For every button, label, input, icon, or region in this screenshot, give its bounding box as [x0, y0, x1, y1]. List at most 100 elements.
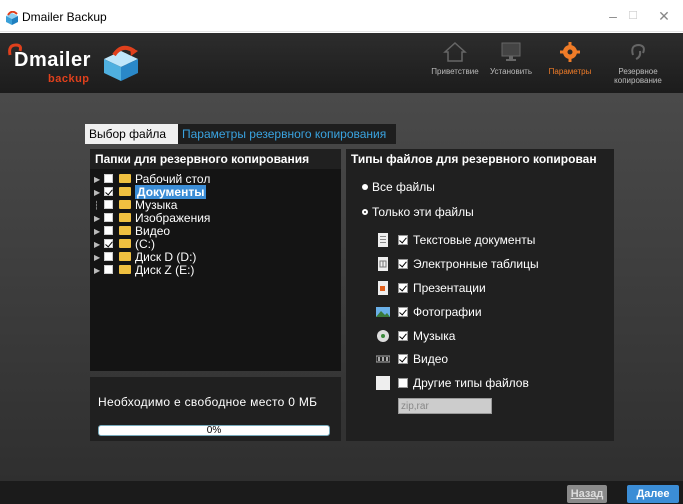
folder-icon [119, 239, 131, 248]
spreadsheet-icon [378, 257, 388, 271]
filetype-checkbox[interactable] [398, 283, 408, 293]
filetype-checkbox[interactable] [398, 259, 408, 269]
nav-install[interactable]: Установить [483, 33, 539, 93]
tree-item-music[interactable]: ┆ Музыка [94, 198, 178, 212]
gear-icon [560, 42, 580, 62]
tree-item-desktop[interactable]: ▶ Рабочий стол [94, 172, 211, 186]
backup-icon [631, 43, 645, 60]
document-icon [378, 233, 388, 247]
filetype-checkbox[interactable] [398, 331, 408, 341]
next-button[interactable]: Далее [627, 485, 679, 503]
folder-checkbox[interactable] [104, 239, 113, 248]
filetype-text-docs[interactable]: Текстовые документы [376, 233, 535, 249]
filetype-checkbox[interactable] [398, 235, 408, 245]
folder-checkbox[interactable] [104, 200, 113, 209]
filetype-music[interactable]: Музыка [376, 329, 455, 345]
free-space-text: Необходимо е свободное место 0 МБ [98, 395, 318, 409]
radio-only-these-files[interactable]: Только эти файлы [362, 205, 474, 219]
back-button[interactable]: Назад [567, 485, 607, 503]
nav-welcome[interactable]: Приветствие [425, 33, 485, 93]
nav-backup[interactable]: Резервное копирование [603, 33, 673, 93]
tree-item-label: Диск Z (E:) [135, 263, 195, 277]
nav-label-line2: копирование [614, 76, 662, 85]
tree-item-drive-d[interactable]: ▶ Диск D (D:) [94, 250, 197, 264]
nav-label: Приветствие [431, 67, 479, 76]
radio-selected-icon[interactable] [362, 184, 368, 190]
tree-item-label: Документы [135, 185, 207, 199]
file-types-panel-header: Типы файлов для резервного копирован [346, 149, 614, 169]
expand-arrow-icon[interactable]: ▶ [94, 266, 104, 275]
tab-file-selection[interactable]: Выбор файла [85, 124, 178, 144]
folder-checkbox[interactable] [104, 187, 113, 196]
expand-arrow-icon[interactable]: ▶ [94, 188, 104, 197]
app-window: Dmailer Backup – ☐ ✕ Dmailer backup Прив… [0, 0, 683, 504]
music-icon [377, 330, 389, 342]
close-button[interactable]: ✕ [645, 2, 683, 30]
expand-arrow-icon[interactable]: ▶ [94, 214, 104, 223]
radio-label: Только эти файлы [372, 205, 474, 219]
logo-box-icon [104, 45, 138, 81]
footer-bar: Назад Далее [0, 481, 683, 504]
nav-settings[interactable]: Параметры [543, 33, 597, 93]
dmailer-logo: Dmailer backup [6, 41, 146, 91]
filetype-label: Презентации [413, 281, 486, 295]
expand-arrow-icon[interactable]: ▶ [94, 175, 104, 184]
folder-icon [119, 213, 131, 222]
filetype-label: Текстовые документы [413, 233, 536, 247]
filetype-photos[interactable]: Фотографии [376, 305, 482, 321]
filetype-label: Музыка [413, 329, 456, 343]
video-icon [376, 355, 390, 363]
filetype-checkbox[interactable] [398, 378, 408, 388]
tree-item-label: Рабочий стол [135, 172, 211, 186]
filetype-spreadsheets[interactable]: Электронные таблицы [376, 257, 539, 273]
filetype-label: Фотографии [413, 305, 482, 319]
expand-arrow-icon[interactable]: ▶ [94, 253, 104, 262]
folders-panel: Папки для резервного копирования ▶ Рабочи… [90, 149, 341, 371]
filetype-video[interactable]: Видео [376, 352, 448, 368]
app-header: Dmailer backup Приветствие Установить Па… [0, 33, 683, 93]
folder-tree: ▶ Рабочий стол ▶ Документы ┆ Музыка ▶ Изобра… [90, 169, 341, 371]
tree-item-video[interactable]: ▶ Видео [94, 224, 171, 238]
tree-item-documents[interactable]: ▶ Документы [94, 185, 207, 199]
folder-checkbox[interactable] [104, 226, 113, 235]
tree-item-label: Видео [135, 224, 171, 238]
free-space-panel: Необходимо е свободное место 0 МБ 0% [90, 377, 341, 441]
filetype-other[interactable]: Другие типы файлов [376, 376, 529, 392]
other-extensions-input[interactable] [398, 398, 492, 414]
presentation-icon [378, 281, 388, 295]
tree-item-label: Диск D (D:) [135, 250, 197, 264]
folder-icon [119, 187, 131, 196]
folder-checkbox[interactable] [104, 252, 113, 261]
folder-checkbox[interactable] [104, 265, 113, 274]
filetype-checkbox[interactable] [398, 354, 408, 364]
expand-arrow-icon[interactable]: ▶ [94, 227, 104, 236]
blank-file-icon [376, 376, 390, 390]
expand-arrow-icon[interactable]: ▶ [94, 240, 104, 249]
filetype-presentations[interactable]: Презентации [376, 281, 486, 297]
filetype-checkbox[interactable] [398, 307, 408, 317]
tree-item-drive-z[interactable]: ▶ Диск Z (E:) [94, 263, 195, 277]
folder-icon [119, 200, 131, 209]
folder-icon [119, 174, 131, 183]
folder-icon [119, 265, 131, 274]
folders-panel-header: Папки для резервного копирования [90, 149, 341, 169]
tree-item-label: Музыка [135, 198, 178, 212]
radio-label: Все файлы [372, 180, 435, 194]
photo-icon [376, 307, 390, 317]
monitor-icon [501, 42, 521, 61]
filetype-label: Другие типы файлов [413, 376, 529, 390]
radio-icon[interactable] [362, 209, 368, 215]
tree-item-images[interactable]: ▶ Изображения [94, 211, 210, 225]
tab-backup-settings[interactable]: Параметры резервного копирования [178, 124, 396, 144]
tree-item-drive-c[interactable]: ▶ (C:) [94, 237, 155, 251]
title-bar: Dmailer Backup – ☐ ✕ [0, 0, 683, 32]
folder-icon [119, 252, 131, 261]
tree-item-label: (C:) [135, 237, 155, 251]
home-icon [443, 41, 467, 62]
nav-label: Параметры [548, 67, 592, 76]
app-logo-icon [6, 11, 18, 25]
radio-all-files[interactable]: Все файлы [362, 180, 435, 194]
folder-checkbox[interactable] [104, 213, 113, 222]
folder-checkbox[interactable] [104, 174, 113, 183]
nav-label: Установить [490, 67, 532, 76]
